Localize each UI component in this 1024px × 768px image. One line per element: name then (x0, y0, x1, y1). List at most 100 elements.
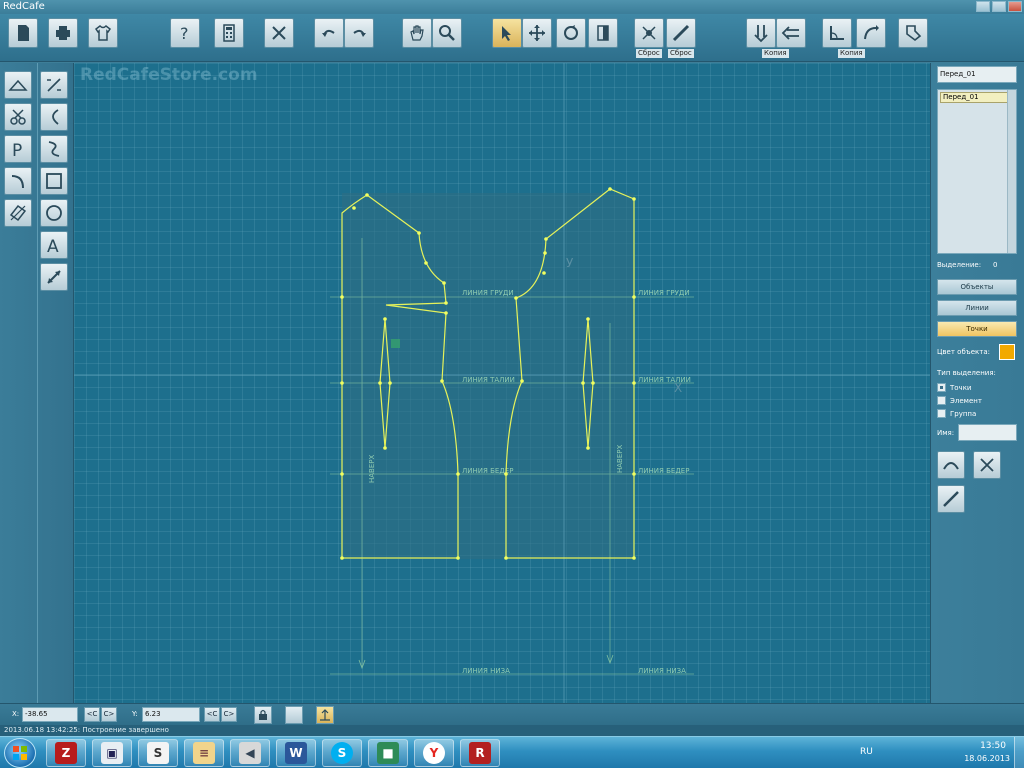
line-tool[interactable] (40, 71, 68, 99)
blank-toggle-button[interactable] (285, 706, 303, 724)
piece-name-field[interactable]: Перед_01 (937, 66, 1017, 83)
reset-button-1[interactable] (634, 18, 664, 48)
objects-button[interactable]: Объекты (937, 279, 1017, 295)
option-element[interactable]: Элемент (937, 396, 982, 405)
taskbar-app-4[interactable]: ≡ (184, 739, 224, 767)
list-item[interactable]: Перед_01 (940, 92, 1014, 103)
copy-vertical-button[interactable] (746, 18, 776, 48)
mirror-button[interactable] (588, 18, 618, 48)
rectangle-tool[interactable] (40, 167, 68, 195)
taskbar-skype[interactable]: S (322, 739, 362, 767)
points-button[interactable]: Точки (937, 321, 1017, 337)
taskbar-redcafe[interactable]: R (460, 739, 500, 767)
green-app-icon: ■ (377, 742, 399, 764)
x-next-button[interactable]: C> (101, 707, 117, 722)
copy-angle-button-1[interactable] (822, 18, 852, 48)
taskbar-app-8[interactable]: ■ (368, 739, 408, 767)
lines-button[interactable]: Линии (937, 300, 1017, 316)
taskbar-app-2[interactable]: ▣ (92, 739, 132, 767)
lock-icon (259, 709, 267, 720)
select-tool-button[interactable] (492, 18, 522, 48)
angle-tool[interactable] (40, 103, 68, 131)
x-label: X: (12, 710, 20, 718)
y-coordinate-field[interactable]: 6.23 (142, 707, 200, 722)
print-button[interactable] (48, 18, 78, 48)
name-field[interactable] (958, 424, 1017, 441)
list-scrollbar[interactable] (1007, 90, 1016, 253)
question-icon: ? (180, 24, 189, 43)
redo-button[interactable] (344, 18, 374, 48)
reset-button-2[interactable] (666, 18, 696, 48)
svg-text:A: A (47, 237, 59, 255)
reset-label-1: Сброс (636, 49, 662, 58)
curve-edit-button[interactable] (937, 451, 965, 479)
circle-tool[interactable] (40, 199, 68, 227)
piece-list[interactable]: Перед_01 (937, 89, 1017, 254)
option-group[interactable]: Группа (937, 409, 976, 418)
polygon-icon (906, 25, 922, 42)
taskbar-word[interactable]: W (276, 739, 316, 767)
export-button[interactable] (898, 18, 928, 48)
segment-button[interactable] (937, 485, 965, 513)
taskbar-yandex[interactable]: Y (414, 739, 454, 767)
taskbar-app-5[interactable]: ◀ (230, 739, 270, 767)
arc-tool[interactable] (4, 167, 32, 195)
object-color-swatch[interactable] (999, 344, 1015, 360)
tools-button[interactable] (264, 18, 294, 48)
y-prev-button[interactable]: <C (204, 707, 220, 722)
move-button[interactable] (522, 18, 552, 48)
measure-tool[interactable] (40, 263, 68, 291)
zoom-button[interactable] (432, 18, 462, 48)
s-curve-icon (48, 141, 60, 157)
intersect-button[interactable] (973, 451, 1001, 479)
text-tool[interactable]: A (40, 231, 68, 259)
taskbar-app-3[interactable]: S (138, 739, 178, 767)
start-button[interactable] (4, 738, 36, 768)
new-document-button[interactable] (8, 18, 38, 48)
minimize-button[interactable] (976, 1, 990, 12)
status-bar: 2013.06.18 13:42:25: Построение завершен… (0, 725, 1024, 736)
y-next-button[interactable]: C> (221, 707, 237, 722)
taskbar: Z ▣ S ≡ ◀ W S ■ Y R RU 13:50 18.06.2013 (0, 736, 1024, 768)
ruler-icon (672, 24, 690, 42)
hand-icon (410, 25, 424, 41)
rotate-button[interactable] (556, 18, 586, 48)
help-button[interactable]: ? (170, 18, 200, 48)
taskbar-filezilla[interactable]: Z (46, 739, 86, 767)
calculator-icon (223, 24, 235, 42)
garment-button[interactable] (88, 18, 118, 48)
option-points[interactable]: Точки (937, 383, 971, 392)
option-element-checkbox[interactable] (937, 396, 946, 405)
copy-angle-button-2[interactable] (856, 18, 886, 48)
letter-s-icon: S (147, 742, 169, 764)
lock-button[interactable] (254, 706, 272, 724)
clock-time[interactable]: 13:50 (980, 741, 1006, 751)
curve-tool[interactable] (40, 135, 68, 163)
language-indicator[interactable]: RU (860, 747, 873, 757)
calculator-button[interactable] (214, 18, 244, 48)
close-button[interactable] (1008, 1, 1022, 12)
undo-button[interactable] (314, 18, 344, 48)
snap-button[interactable] (316, 706, 334, 724)
filezilla-icon: Z (55, 742, 77, 764)
option-group-checkbox[interactable] (937, 409, 946, 418)
clock-date[interactable]: 18.06.2013 (964, 754, 1010, 763)
x-coordinate-field[interactable]: -38.65 (22, 707, 78, 722)
axis-mark-x: Х (674, 381, 682, 395)
pan-button[interactable] (402, 18, 432, 48)
diagonal-arrow-icon (47, 270, 61, 284)
option-points-checkbox[interactable] (937, 383, 946, 392)
dart-tool[interactable] (4, 199, 32, 227)
cut-tool[interactable] (4, 103, 32, 131)
show-desktop-button[interactable] (1014, 737, 1024, 768)
speaker-app-icon: ◀ (239, 742, 261, 764)
scissors-icon (10, 109, 26, 125)
x-prev-button[interactable]: <C (84, 707, 100, 722)
shirt-icon (94, 25, 112, 41)
triangle-tool[interactable] (4, 71, 32, 99)
piece-marker (391, 339, 400, 348)
drawing-canvas[interactable]: RedCafeStore.com ЛИНИЯ ГРУДИ ЛИНИЯ ГРУДИ… (74, 63, 930, 703)
copy-horizontal-button[interactable] (776, 18, 806, 48)
maximize-button[interactable] (992, 1, 1006, 12)
point-tool[interactable]: P (4, 135, 32, 163)
